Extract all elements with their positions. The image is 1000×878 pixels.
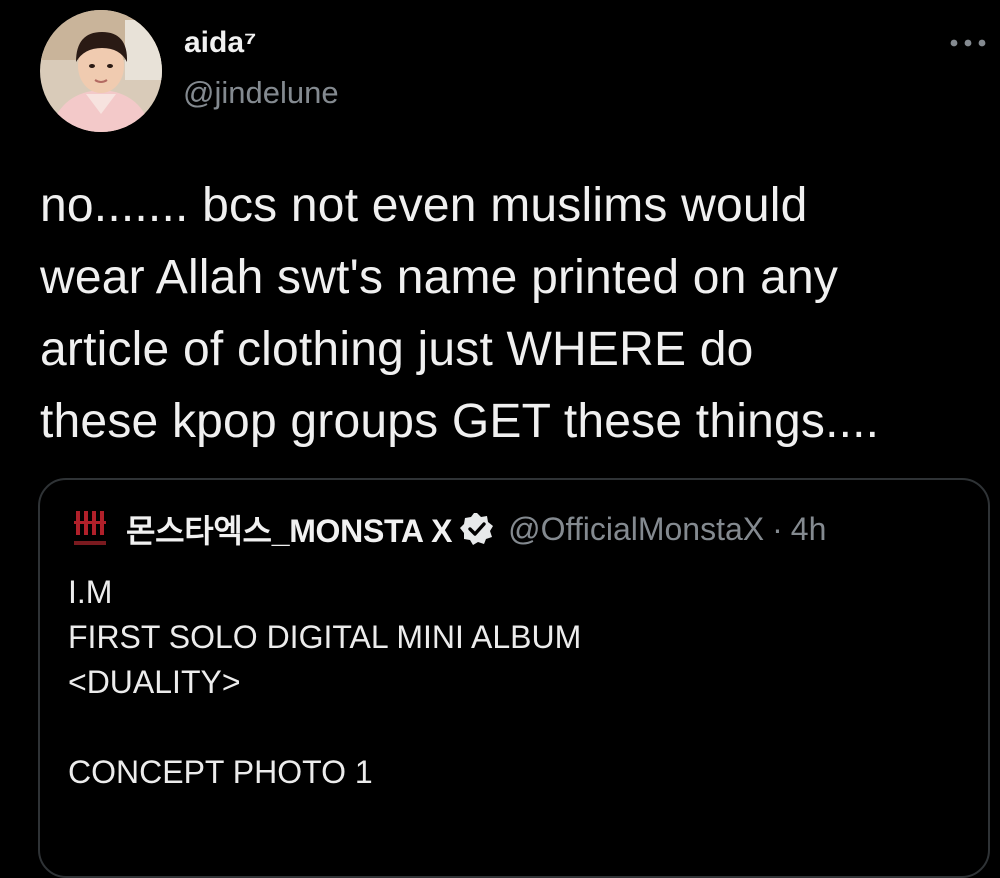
tweet-text-line: wear Allah swt's name printed on any	[40, 251, 839, 304]
tweet-text-line: these kpop groups GET these things....	[40, 395, 880, 448]
quoted-text-line: FIRST SOLO DIGITAL MINI ALBUM	[68, 619, 582, 655]
quoted-tweet-card[interactable]: 몬스타엑스_MONSTA X @OfficialMonstaX · 4h I.M…	[38, 478, 990, 878]
quoted-text-line: I.M	[68, 574, 113, 610]
quoted-text-line	[68, 705, 581, 750]
display-name[interactable]: aida⁷	[184, 23, 256, 63]
quoted-tweet-header: 몬스타엑스_MONSTA X @OfficialMonstaX · 4h	[68, 504, 826, 554]
tweet-text-line: no....... bcs not even muslims would	[40, 179, 808, 232]
quoted-text-line: <DUALITY>	[68, 664, 241, 700]
quoted-tweet-text: I.M FIRST SOLO DIGITAL MINI ALBUM <DUALI…	[68, 570, 581, 795]
tweet: aida⁷ @jindelune no....... bcs not even …	[0, 0, 1000, 878]
user-handle[interactable]: @jindelune	[183, 73, 339, 113]
quoted-timestamp[interactable]: 4h	[791, 511, 827, 548]
tweet-text: no....... bcs not even muslims would wea…	[40, 170, 985, 458]
user-avatar[interactable]	[40, 10, 162, 132]
separator-dot: ·	[772, 510, 783, 547]
tweet-text-line: article of clothing just WHERE do	[40, 323, 754, 376]
verified-badge-icon	[460, 513, 494, 545]
quoted-handle[interactable]: @OfficialMonstaX	[508, 511, 764, 548]
quoted-display-name[interactable]: 몬스타엑스_MONSTA X	[126, 506, 452, 552]
quoted-text-line: CONCEPT PHOTO 1	[68, 754, 373, 790]
more-options-button[interactable]	[944, 28, 992, 58]
monsta-x-logo-avatar[interactable]	[68, 507, 112, 551]
more-horizontal-icon	[950, 39, 986, 47]
